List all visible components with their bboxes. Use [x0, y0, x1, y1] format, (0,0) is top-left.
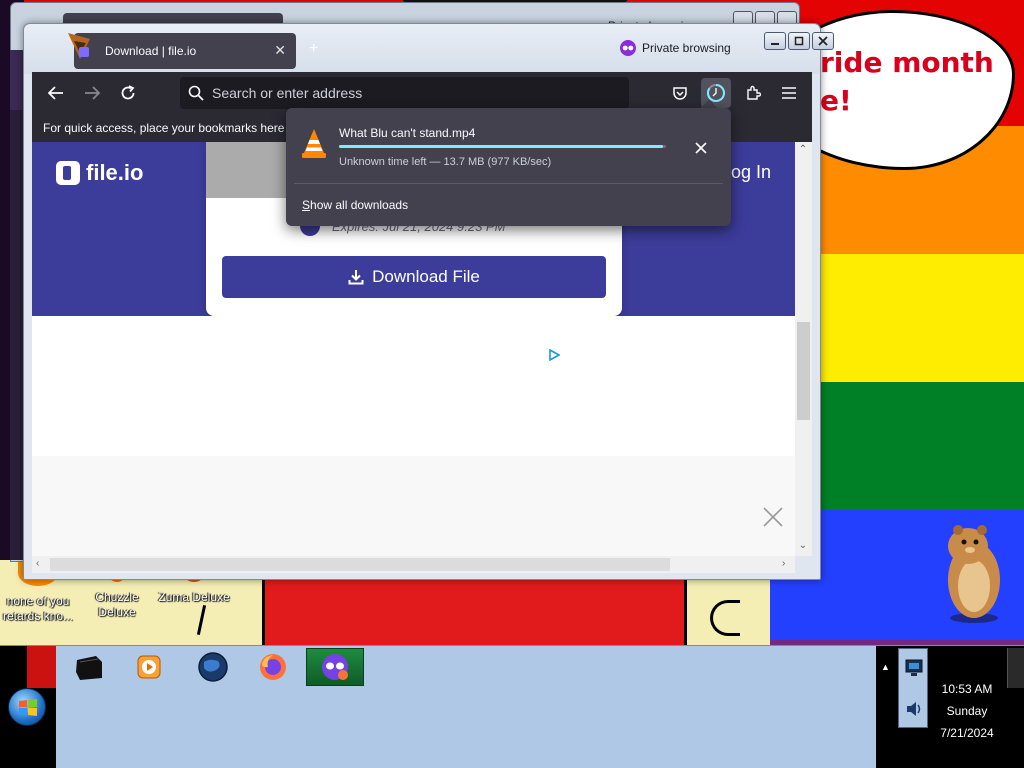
ad-close-icon[interactable] — [762, 506, 784, 528]
horizontal-scrollbar[interactable]: ‹ › — [32, 556, 795, 573]
taskbar-app-firefox-private-icon[interactable] — [306, 648, 364, 686]
file-io-logo-icon — [56, 161, 80, 185]
private-browsing-badge: Private browsing — [620, 40, 731, 56]
desktop-icon-label: Zuma Deluxe — [158, 590, 230, 604]
vlc-file-icon — [302, 129, 326, 158]
tray-icons-box — [898, 648, 928, 728]
downloads-panel: What Blu can't stand.mp4 Unknown time le… — [286, 108, 731, 226]
downloads-divider — [294, 183, 723, 184]
file-io-logo-text: file.io — [86, 160, 144, 185]
taskbar-app-dark-icon[interactable] — [60, 648, 118, 686]
hamster-image — [948, 525, 1000, 623]
tab-file-io[interactable]: Download | file.io ✕ — [68, 33, 296, 69]
taskbar: ▲ 10:53 AM Sunday 7/21/2024 — [0, 645, 1024, 768]
desktop-icon-label: Chuzzle Deluxe — [95, 590, 139, 619]
show-desktop-button[interactable] — [1007, 648, 1024, 688]
download-file-name: What Blu can't stand.mp4 — [339, 126, 476, 140]
private-mask-icon — [620, 40, 636, 56]
scroll-up-icon[interactable]: ⌃ — [798, 144, 808, 155]
taskbar-band — [56, 646, 876, 768]
system-clock[interactable]: 10:53 AM Sunday 7/21/2024 — [932, 678, 1002, 744]
new-tab-plus-icon[interactable]: + — [309, 40, 318, 58]
minimize-icon[interactable] — [764, 32, 786, 50]
taskbar-wallpaper-peek — [27, 646, 56, 688]
window-controls — [764, 32, 834, 50]
show-all-access-key: S — [302, 198, 311, 212]
show-all-downloads-button[interactable]: Show all downloads — [302, 198, 408, 212]
clock-date: 7/21/2024 — [940, 726, 994, 740]
firefox-private-tab-icon — [68, 33, 90, 59]
address-input[interactable] — [212, 83, 612, 103]
download-progress-bar — [339, 145, 666, 148]
bookmarks-hint-text: For quick access, place your bookmarks h… — [43, 121, 295, 135]
clock-day: Sunday — [946, 704, 988, 718]
login-link[interactable]: og In — [731, 162, 771, 183]
scroll-right-icon[interactable]: › — [782, 558, 785, 569]
start-button-windows-icon[interactable] — [8, 688, 46, 726]
ad-banner-area — [32, 456, 795, 556]
pocket-icon[interactable] — [665, 78, 695, 108]
tab-title: Download | file.io — [105, 44, 197, 58]
show-all-label: how all downloads — [310, 198, 409, 212]
show-hidden-icons-chevron-icon[interactable]: ▲ — [881, 662, 890, 672]
download-progress-fill — [339, 145, 663, 148]
close-icon[interactable] — [812, 32, 834, 50]
close-icon[interactable]: ✕ — [274, 42, 286, 59]
cancel-download-icon[interactable] — [691, 138, 711, 158]
download-status-text: Unknown time left — 13.7 MB (977 KB/sec) — [339, 156, 552, 168]
volume-speaker-icon[interactable] — [904, 699, 924, 719]
wallpaper-cartoon-mark — [710, 600, 740, 636]
back-arrow-icon[interactable] — [45, 82, 67, 104]
private-browsing-label: Private browsing — [642, 41, 731, 55]
speech-bubble-text: ride month e! — [820, 46, 994, 117]
adchoices-icon[interactable] — [548, 349, 560, 361]
download-file-label: Download File — [372, 267, 480, 286]
download-item[interactable]: What Blu can't stand.mp4 Unknown time le… — [286, 108, 731, 183]
reload-icon[interactable] — [117, 82, 139, 104]
scroll-down-icon[interactable]: ⌄ — [798, 540, 808, 551]
menu-hamburger-icon[interactable] — [774, 78, 804, 108]
forward-arrow-icon[interactable] — [81, 82, 103, 104]
taskbar-app-globe-icon[interactable] — [184, 648, 242, 686]
address-bar[interactable] — [180, 77, 629, 109]
download-icon — [348, 270, 364, 285]
taskbar-app-firefox-icon[interactable] — [244, 648, 302, 686]
network-monitor-icon[interactable] — [903, 657, 925, 679]
download-file-button[interactable]: Download File — [222, 256, 606, 298]
clock-time: 10:53 AM — [941, 682, 993, 696]
file-io-logo[interactable]: file.io — [56, 160, 143, 186]
scroll-left-icon[interactable]: ‹ — [36, 558, 39, 569]
extensions-puzzle-icon[interactable] — [738, 78, 768, 108]
vertical-scroll-thumb[interactable] — [797, 322, 810, 420]
maximize-icon[interactable] — [788, 32, 810, 50]
taskbar-app-media-player-icon[interactable] — [120, 648, 178, 686]
vertical-scrollbar[interactable]: ⌃ ⌄ — [795, 142, 812, 556]
horizontal-scroll-thumb[interactable] — [50, 558, 670, 571]
search-icon — [188, 85, 204, 101]
desktop-icon-label: none of you retards kno... — [2, 594, 74, 623]
